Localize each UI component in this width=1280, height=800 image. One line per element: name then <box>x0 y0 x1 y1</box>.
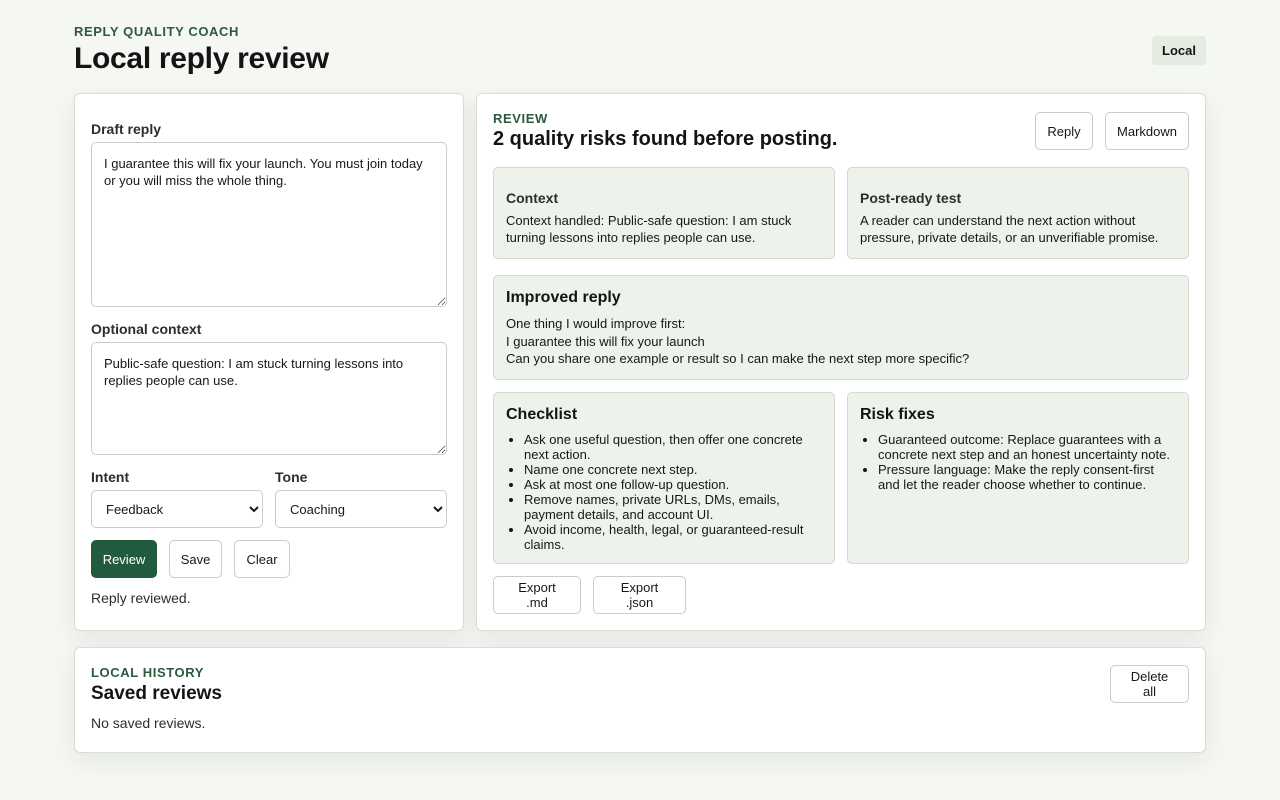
improved-reply-line: Can you share one example or result so I… <box>506 351 970 366</box>
review-panel: REVIEW 2 quality risks found before post… <box>476 93 1206 631</box>
checklist-item: Avoid income, health, legal, or guarante… <box>524 522 822 552</box>
save-button[interactable]: Save <box>169 540 222 578</box>
post-ready-card-text: A reader can understand the next action … <box>860 213 1159 245</box>
delete-all-button[interactable]: Delete all <box>1110 665 1189 703</box>
history-panel: LOCAL HISTORY Saved reviews No saved rev… <box>74 647 1206 753</box>
export-md-button[interactable]: Export .md <box>493 576 581 614</box>
local-badge: Local <box>1152 36 1206 65</box>
risk-fix-item: Guaranteed outcome: Replace guarantees w… <box>878 432 1176 462</box>
export-json-button[interactable]: Export .json <box>593 576 686 614</box>
context-card: Context Context handled: Public-safe que… <box>493 167 835 259</box>
checklist-item: Remove names, private URLs, DMs, emails,… <box>524 492 822 522</box>
review-summary-title: 2 quality risks found before posting. <box>493 128 838 150</box>
copy-reply-button[interactable]: Reply <box>1035 112 1093 150</box>
tone-label: Tone <box>275 469 308 485</box>
risk-fix-item: Pressure language: Make the reply consen… <box>878 462 1176 492</box>
draft-reply-input[interactable]: I guarantee this will fix your launch. Y… <box>91 142 447 307</box>
tone-select[interactable]: Coaching <box>275 490 447 528</box>
improved-reply-card: Improved reply One thing I would improve… <box>493 275 1189 380</box>
optional-context-label: Optional context <box>91 321 202 337</box>
post-ready-card: Post-ready test A reader can understand … <box>847 167 1189 259</box>
improved-reply-title: Improved reply <box>506 289 621 306</box>
draft-form-panel: Draft reply I guarantee this will fix yo… <box>74 93 464 631</box>
checklist-item: Name one concrete next step. <box>524 462 822 477</box>
risk-fixes-list: Guaranteed outcome: Replace guarantees w… <box>860 432 1176 492</box>
page-header: REPLY QUALITY COACH Local reply review L… <box>74 24 1206 84</box>
review-eyebrow: REVIEW <box>493 111 548 126</box>
intent-label: Intent <box>91 469 130 485</box>
context-card-text: Context handled: Public-safe question: I… <box>506 213 792 245</box>
risk-fixes-card: Risk fixes Guaranteed outcome: Replace g… <box>847 392 1189 564</box>
context-card-title: Context <box>506 190 559 206</box>
improved-reply-text: One thing I would improve first: I guara… <box>506 315 1176 368</box>
improved-reply-line: One thing I would improve first: <box>506 316 686 331</box>
clear-button[interactable]: Clear <box>234 540 290 578</box>
history-title: Saved reviews <box>91 683 222 704</box>
checklist-card: Checklist Ask one useful question, then … <box>493 392 835 564</box>
checklist-list: Ask one useful question, then offer one … <box>506 432 822 552</box>
intent-select[interactable]: Feedback <box>91 490 263 528</box>
optional-context-input[interactable]: Public-safe question: I am stuck turning… <box>91 342 447 455</box>
history-empty-text: No saved reviews. <box>91 715 206 731</box>
app-eyebrow: REPLY QUALITY COACH <box>74 24 240 39</box>
draft-reply-label: Draft reply <box>91 121 162 137</box>
checklist-item: Ask at most one follow-up question. <box>524 477 822 492</box>
page-title: Local reply review <box>74 42 329 75</box>
post-ready-card-title: Post-ready test <box>860 190 962 206</box>
risk-fixes-title: Risk fixes <box>860 406 935 423</box>
checklist-item: Ask one useful question, then offer one … <box>524 432 822 462</box>
copy-markdown-button[interactable]: Markdown <box>1105 112 1189 150</box>
checklist-title: Checklist <box>506 406 578 423</box>
status-message: Reply reviewed. <box>91 590 191 606</box>
improved-reply-line: I guarantee this will fix your launch <box>506 333 705 349</box>
history-eyebrow: LOCAL HISTORY <box>91 665 205 680</box>
review-button[interactable]: Review <box>91 540 157 578</box>
